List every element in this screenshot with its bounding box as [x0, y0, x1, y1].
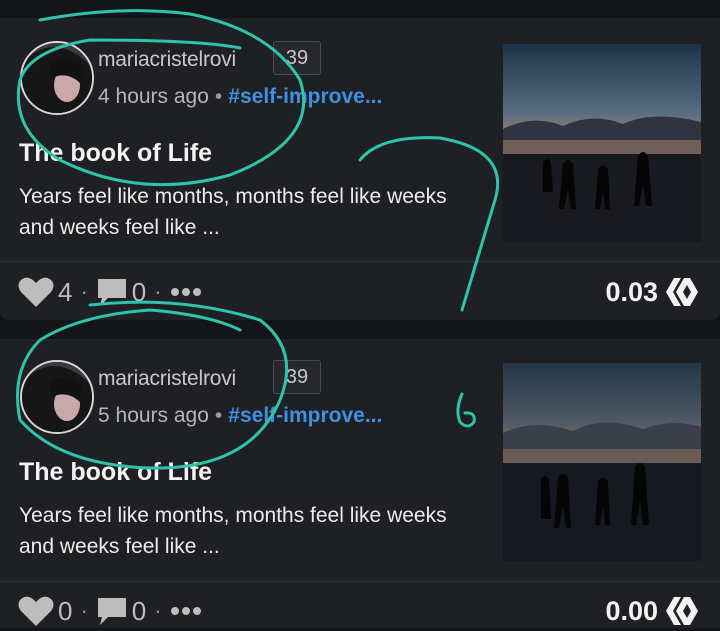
payout-value: 0.03 — [605, 276, 658, 307]
post-tag-link[interactable]: #self-improve... — [228, 404, 382, 427]
meta-separator: • — [214, 404, 223, 427]
more-dots-icon[interactable] — [170, 286, 202, 298]
comment-icon[interactable] — [96, 276, 128, 308]
reputation-badge: 39 — [273, 360, 321, 394]
avatar-image — [22, 362, 92, 432]
hive-logo-icon — [666, 597, 698, 625]
post-actions: 4 · 0 · — [18, 272, 202, 312]
post-time: 5 hours ago — [98, 404, 209, 427]
post-meta: 4 hours ago • #self-improve... — [98, 85, 382, 109]
heart-icon[interactable] — [18, 276, 54, 308]
author-name[interactable]: mariacristelrovi — [98, 48, 236, 72]
post-thumbnail[interactable] — [503, 363, 701, 561]
avatar-image — [22, 43, 92, 113]
heart-icon[interactable] — [18, 595, 54, 627]
payout-value: 0.00 — [605, 595, 658, 626]
footer-separator: · — [154, 279, 162, 304]
meta-separator: • — [214, 85, 223, 108]
vote-count: 0 — [58, 595, 73, 626]
comment-count: 0 — [131, 595, 147, 626]
vote-count: 4 — [58, 276, 73, 307]
payout[interactable]: 0.03 — [605, 272, 700, 312]
footer-separator: · — [154, 598, 162, 623]
card-divider — [0, 261, 720, 262]
post-thumbnail[interactable] — [503, 44, 701, 242]
sunset-beach-image — [503, 363, 701, 561]
post-title[interactable]: The book of Life — [19, 458, 212, 487]
avatar[interactable] — [20, 360, 94, 434]
hive-logo-icon — [666, 278, 698, 306]
author-name[interactable]: mariacristelrovi — [98, 367, 236, 391]
post-actions: 0 · 0 · — [18, 591, 202, 631]
comment-count: 0 — [131, 276, 147, 307]
card-divider — [0, 581, 720, 582]
more-dots-icon[interactable] — [170, 605, 202, 617]
avatar[interactable] — [20, 41, 94, 115]
comment-icon[interactable] — [96, 595, 128, 627]
footer-separator: · — [80, 279, 88, 304]
post-summary[interactable]: Years feel like months, months feel like… — [19, 500, 479, 562]
post-title[interactable]: The book of Life — [19, 139, 212, 168]
sunset-beach-image — [503, 44, 701, 242]
payout[interactable]: 0.00 — [605, 591, 700, 631]
post-summary[interactable]: Years feel like months, months feel like… — [19, 181, 479, 243]
post-time: 4 hours ago — [98, 85, 209, 108]
post-card[interactable]: mariacristelrovi 39 4 hours ago • #self-im… — [0, 18, 720, 320]
footer-separator: · — [80, 598, 88, 623]
post-tag-link[interactable]: #self-improve... — [228, 85, 382, 108]
post-card[interactable]: mariacristelrovi 39 5 hours ago • #self-im… — [0, 339, 720, 628]
post-meta: 5 hours ago • #self-improve... — [98, 404, 382, 428]
reputation-badge: 39 — [273, 41, 321, 75]
